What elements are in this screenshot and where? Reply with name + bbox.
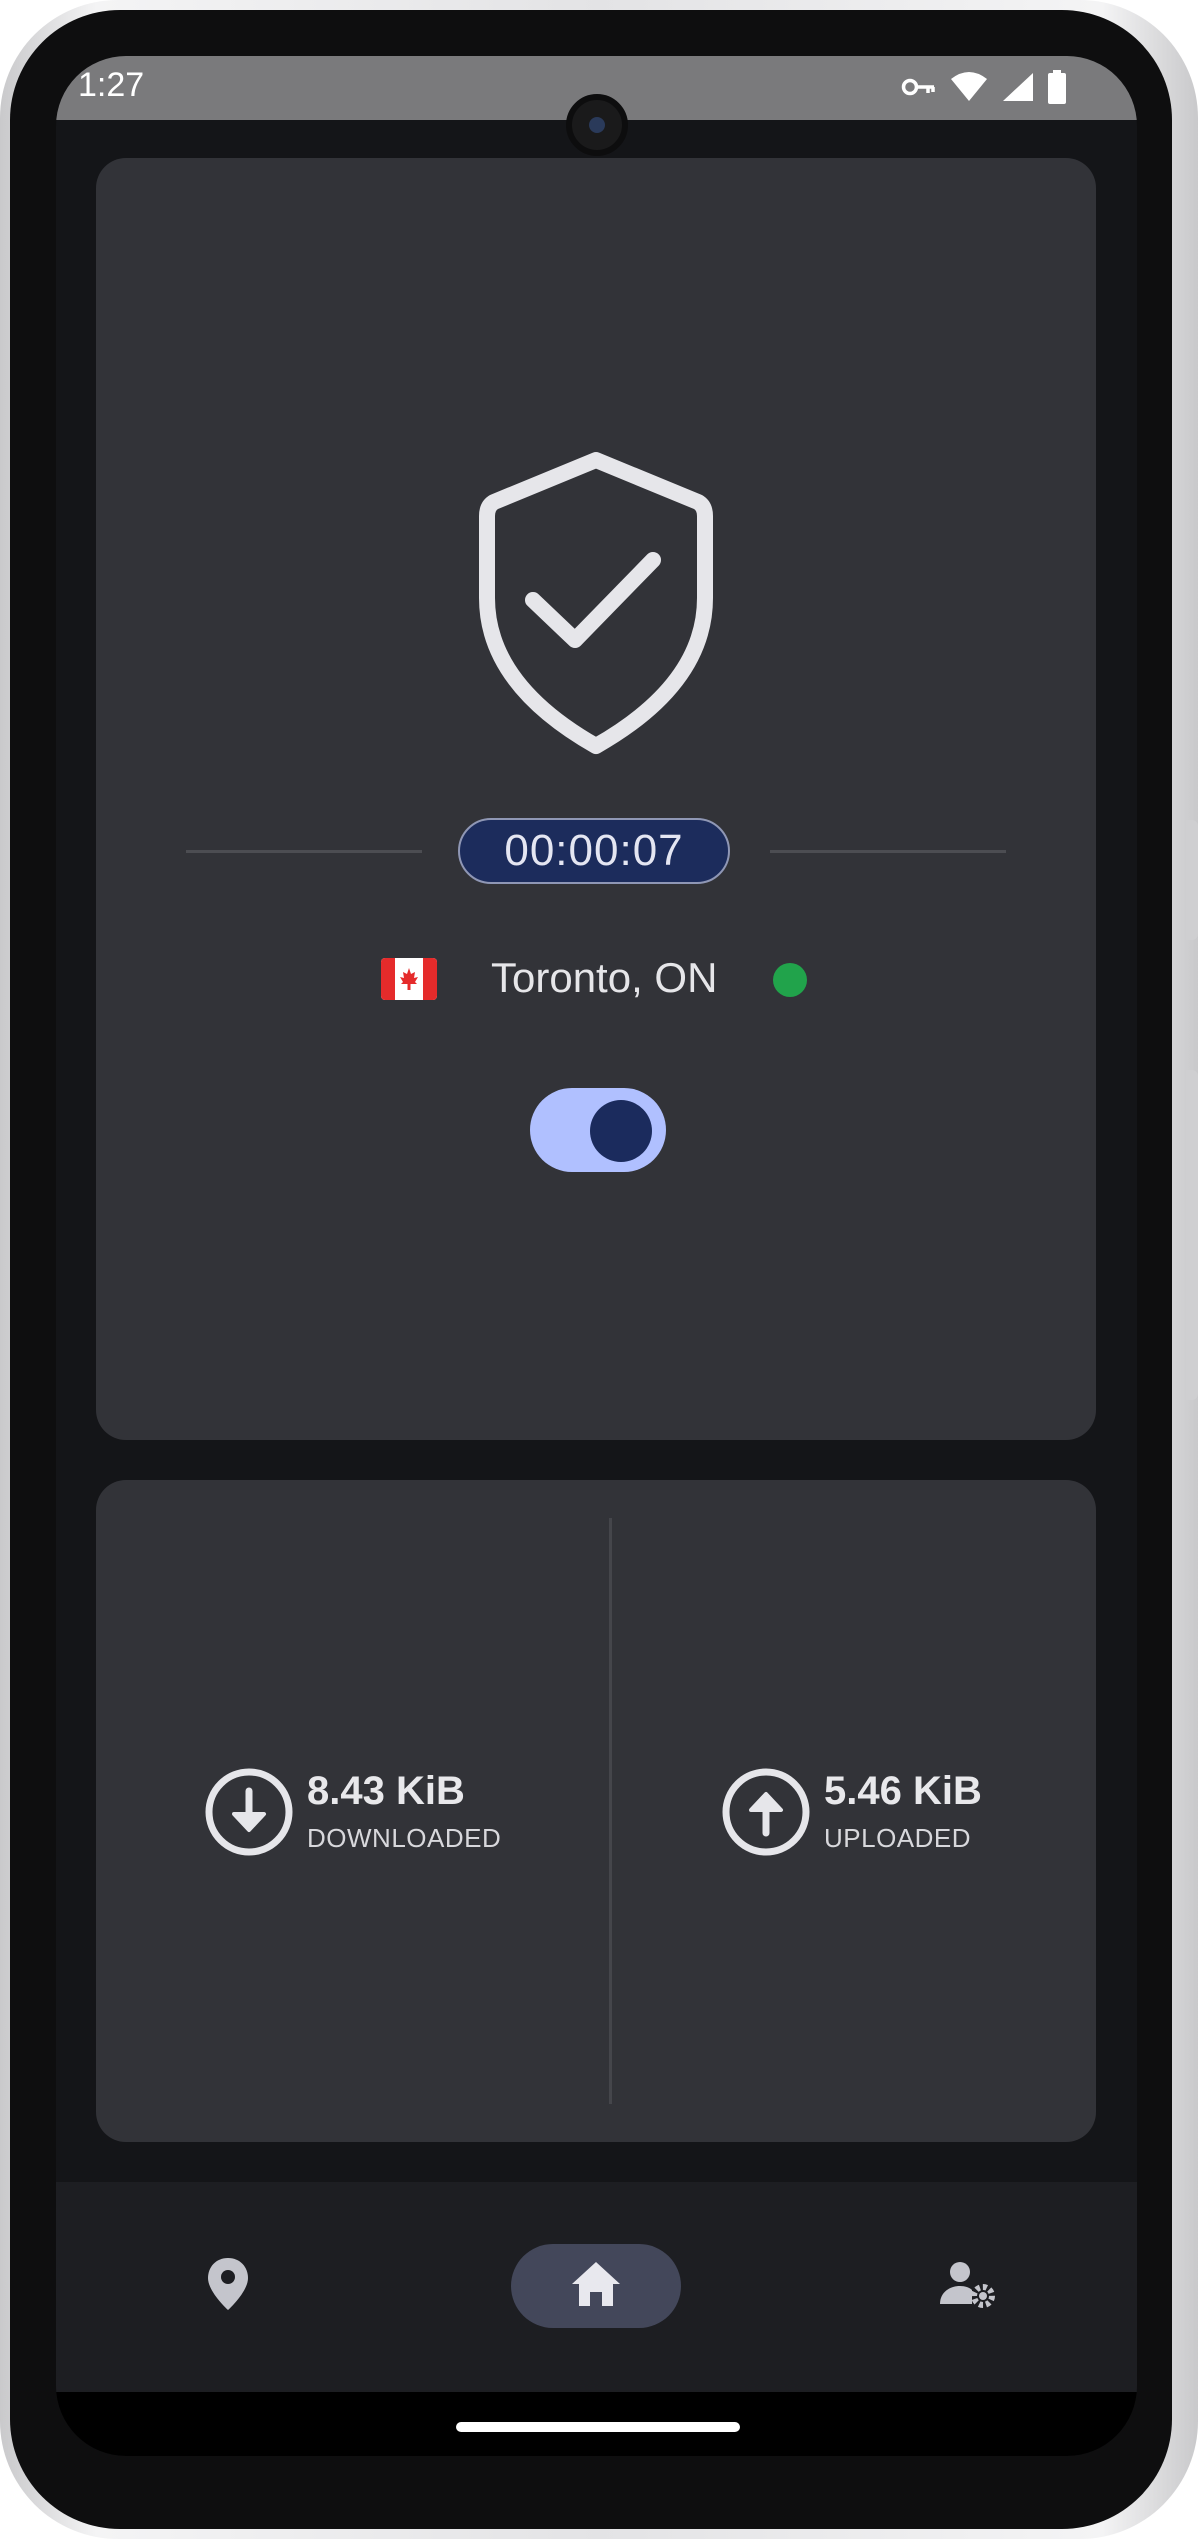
- connection-timer: 00:00:07: [458, 818, 730, 884]
- timer-divider-left: [186, 850, 422, 853]
- status-time: 1:27: [78, 66, 145, 104]
- status-icons: [901, 70, 1067, 109]
- wifi-icon: [949, 71, 989, 108]
- front-camera: [566, 94, 628, 156]
- traffic-stats-card: 8.43 KiB DOWNLOADED 5.46 KiB UPLOADED: [96, 1480, 1096, 2142]
- home-indicator[interactable]: [456, 2422, 740, 2432]
- vpn-toggle[interactable]: [530, 1088, 666, 1172]
- download-value: 8.43 KiB: [307, 1769, 465, 1813]
- download-label: DOWNLOADED: [307, 1823, 502, 1853]
- canada-flag-icon: [381, 958, 437, 1000]
- cellular-signal-icon: [1001, 71, 1035, 108]
- nav-locations[interactable]: [186, 2244, 270, 2328]
- connected-status-dot: [773, 963, 807, 997]
- shield-check-icon: [471, 448, 721, 758]
- battery-icon: [1047, 70, 1067, 109]
- user-settings-icon: [940, 2260, 996, 2313]
- screen: 1:27 00:00:07 Toronto, ON 8.43 KiB DOWNL…: [56, 56, 1137, 2456]
- nav-account-settings[interactable]: [926, 2244, 1010, 2328]
- timer-row: 00:00:07: [186, 818, 1006, 884]
- upload-label: UPLOADED: [824, 1823, 972, 1853]
- volume-button: [1186, 820, 1198, 940]
- timer-divider-right: [770, 850, 1006, 853]
- side-button: [1186, 1070, 1198, 1400]
- download-arrow-icon: [204, 1767, 294, 1857]
- vpn-key-icon: [901, 75, 937, 104]
- location-row[interactable]: Toronto, ON: [381, 948, 811, 1008]
- device-frame: 1:27 00:00:07 Toronto, ON 8.43 KiB DOWNL…: [0, 0, 1198, 2539]
- bottom-navigation: [56, 2182, 1137, 2392]
- location-pin-icon: [206, 2256, 250, 2317]
- upload-value: 5.46 KiB: [824, 1769, 982, 1813]
- upload-stat: 5.46 KiB UPLOADED: [721, 1767, 1051, 1857]
- upload-arrow-icon: [721, 1767, 811, 1857]
- location-label: Toronto, ON: [491, 954, 718, 1001]
- stats-divider: [609, 1518, 612, 2104]
- connection-card: 00:00:07 Toronto, ON: [96, 158, 1096, 1440]
- toggle-knob: [590, 1100, 652, 1162]
- download-stat: 8.43 KiB DOWNLOADED: [204, 1767, 534, 1857]
- home-icon: [570, 2260, 622, 2313]
- nav-home[interactable]: [511, 2244, 681, 2328]
